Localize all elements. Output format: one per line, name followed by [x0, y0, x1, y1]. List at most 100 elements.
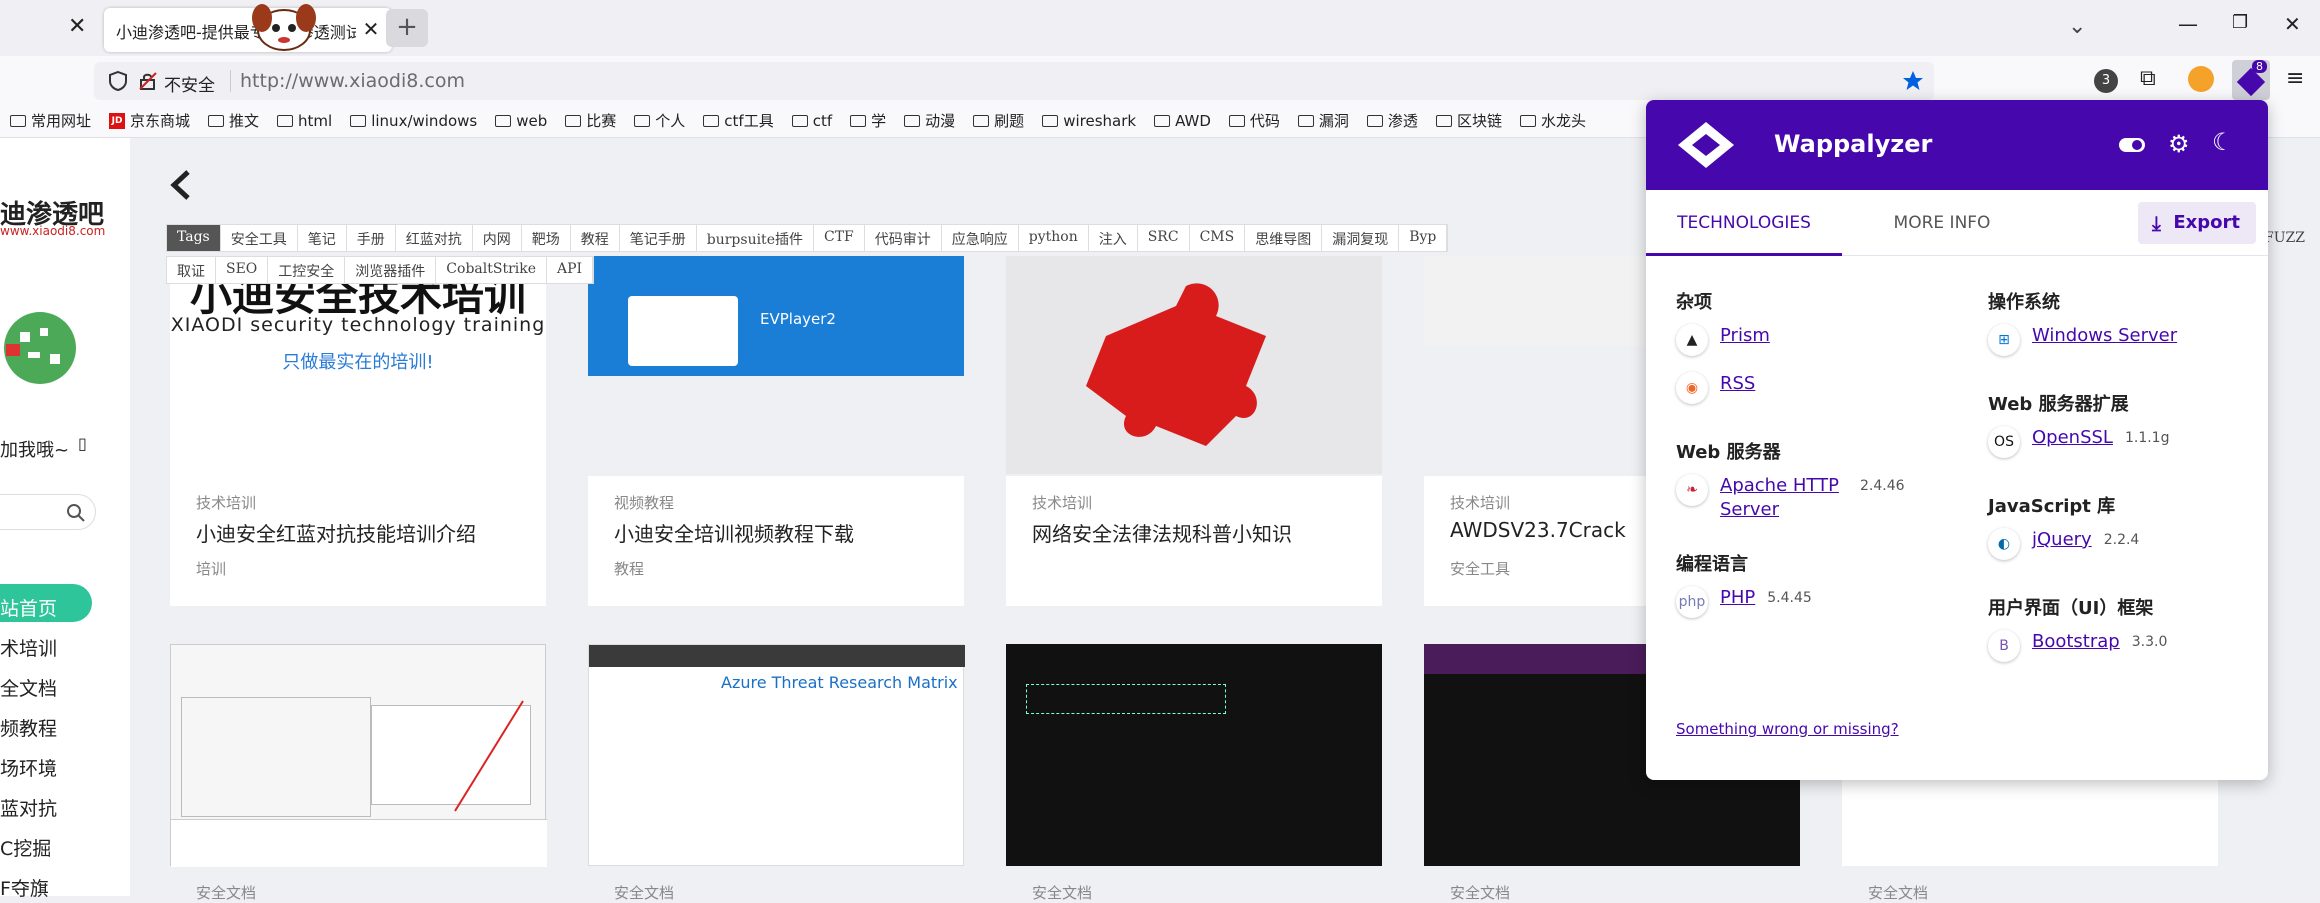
bookmark-item[interactable]: 水龙头 [1519, 110, 1586, 131]
extension-fox-icon[interactable] [2188, 66, 2214, 92]
close-icon[interactable]: ✕ [68, 14, 86, 39]
bookmark-item[interactable]: JD 京东商城 [109, 110, 190, 131]
filter-tag[interactable]: CTF [814, 225, 865, 251]
tech-name[interactable]: jQuery [2032, 528, 2092, 552]
new-tab-button[interactable]: + [386, 9, 428, 47]
tech-name[interactable]: PHP [1720, 586, 1755, 610]
url-bar[interactable]: 不安全 http://www.xiaodi8.com [94, 62, 1934, 100]
nav-item[interactable]: C挖掘 [0, 834, 51, 861]
bookmark-item[interactable]: html [277, 110, 332, 131]
bookmark-item[interactable]: 学 [850, 110, 886, 131]
card-category[interactable]: 安全文档 [614, 882, 674, 903]
nav-item[interactable]: 站首页 [0, 594, 57, 621]
card-category[interactable]: 安全文档 [1032, 882, 1092, 903]
toggle-icon[interactable] [2118, 136, 2146, 154]
filter-tag[interactable]: API [547, 257, 594, 283]
tab-list-icon[interactable]: ⌄ [2068, 14, 2086, 39]
tab-technologies[interactable]: TECHNOLOGIES [1646, 190, 1842, 256]
tech-name[interactable]: OpenSSL [2032, 426, 2113, 450]
card-image-4[interactable] [1424, 256, 1646, 346]
filter-tag[interactable]: 手册 [347, 225, 396, 251]
filter-tag[interactable]: 内网 [473, 225, 522, 251]
filter-tag[interactable]: 取证 [167, 257, 216, 283]
card-tag[interactable]: 培训 [196, 558, 226, 579]
filter-tag[interactable]: 靶场 [522, 225, 571, 251]
wappalyzer-extension-button[interactable]: 8 [2232, 60, 2270, 100]
nav-item[interactable]: 全文档 [0, 674, 57, 701]
filter-fuzz[interactable]: FUZZ [2264, 230, 2305, 246]
filter-tag[interactable]: 笔记手册 [620, 225, 697, 251]
bookmark-item[interactable]: 刷题 [973, 110, 1024, 131]
bookmark-item[interactable]: 渗透 [1366, 110, 1418, 131]
nav-item[interactable]: 术培训 [0, 634, 57, 661]
bookmark-item[interactable]: AWD [1154, 110, 1211, 131]
restore-icon[interactable]: ❐ [2232, 12, 2248, 33]
card-category[interactable]: 安全文档 [1868, 882, 1928, 903]
bookmark-item[interactable]: 区块链 [1435, 110, 1502, 131]
counter-badge[interactable]: 3 [2094, 69, 2118, 93]
card-image-3[interactable] [1006, 256, 1382, 474]
tab-more-info[interactable]: MORE INFO [1842, 190, 2042, 256]
search-input[interactable] [0, 494, 96, 530]
bookmark-item[interactable]: 个人 [634, 110, 685, 131]
nav-item[interactable]: 蓝对抗 [0, 794, 57, 821]
filter-tag[interactable]: 思维导图 [1245, 225, 1323, 251]
filter-tag[interactable]: Byp [1399, 225, 1448, 251]
filter-tag[interactable]: 注入 [1089, 225, 1138, 251]
search-icon[interactable] [66, 503, 86, 523]
nav-item[interactable]: F夺旗 [0, 874, 49, 901]
filter-tag[interactable]: CMS [1190, 225, 1246, 251]
filter-tag[interactable]: 应急响应 [942, 225, 1019, 251]
article-card[interactable]: 技术培训 AWDSV23.7Crack 安全工具 [1424, 476, 1646, 606]
card-title[interactable]: AWDSV23.7Crack [1450, 518, 1626, 542]
article-card[interactable]: 视频教程小迪安全培训视频教程下载教程 [588, 476, 964, 606]
settings-gear-icon[interactable]: ⚙ [2168, 130, 2190, 158]
bookmark-item[interactable]: web [495, 110, 547, 131]
bookmark-item[interactable]: 常用网址 [10, 110, 91, 131]
filter-tag[interactable]: 安全工具 [221, 225, 298, 251]
card-image-6[interactable]: Azure Threat Research Matrix [588, 644, 965, 866]
card-tag[interactable]: 教程 [614, 558, 644, 579]
filter-tag[interactable]: burpsuite插件 [697, 225, 814, 251]
tech-name[interactable]: Prism [1720, 324, 1770, 348]
bookmark-item[interactable]: ctf [791, 110, 832, 131]
filter-tag[interactable]: 代码审计 [865, 225, 942, 251]
card-tag[interactable]: 安全工具 [1450, 558, 1510, 579]
menu-icon[interactable]: ≡ [2286, 66, 2304, 91]
back-chevron-icon[interactable] [168, 168, 194, 202]
tab-close-button[interactable]: ✕ [358, 16, 384, 42]
article-card[interactable]: 技术培训 小迪安全红蓝对抗技能培训介绍 培训 [170, 476, 546, 606]
nav-item[interactable]: 频教程 [0, 714, 57, 741]
card-image-9[interactable] [1842, 776, 2218, 866]
filter-tag[interactable]: 漏洞复现 [1322, 225, 1400, 251]
card-image-7[interactable] [1006, 644, 1382, 866]
bookmark-item[interactable]: 比赛 [565, 110, 616, 131]
card-title[interactable]: 网络安全法律法规科普小知识 [1032, 518, 1292, 547]
filter-tag[interactable]: python [1019, 225, 1089, 251]
tech-name[interactable]: Windows Server [2032, 324, 2177, 348]
shield-icon[interactable] [108, 71, 128, 91]
filter-tag[interactable]: 红蓝对抗 [396, 225, 473, 251]
insecure-lock-icon[interactable] [138, 71, 158, 91]
filter-tag[interactable]: Tags [167, 225, 221, 251]
card-category[interactable]: 安全文档 [196, 882, 256, 903]
minimize-icon[interactable]: — [2178, 12, 2198, 36]
something-wrong-link[interactable]: Something wrong or missing? [1676, 720, 1899, 738]
window-close-icon[interactable]: ✕ [2284, 12, 2301, 36]
url-text[interactable]: http://www.xiaodi8.com [240, 70, 465, 92]
bookmark-item[interactable]: 漏洞 [1297, 110, 1349, 131]
card-image-2[interactable]: EVPlayer2 [588, 256, 964, 376]
tech-name[interactable]: Apache HTTP Server [1720, 474, 1844, 522]
bookmark-item[interactable]: wireshark [1042, 110, 1136, 131]
filter-tag[interactable]: SRC [1138, 225, 1190, 251]
card-title[interactable]: 小迪安全培训视频教程下载 [614, 518, 854, 547]
card-image-5[interactable] [170, 644, 547, 867]
filter-tag[interactable]: 教程 [571, 225, 620, 251]
nav-item[interactable]: 场环境 [0, 754, 57, 781]
bookmark-item[interactable]: 动漫 [904, 110, 955, 131]
tech-name[interactable]: RSS [1720, 372, 1755, 396]
card-category[interactable]: 视频教程 [614, 492, 674, 513]
extensions-icon[interactable]: ⧉ [2140, 66, 2156, 91]
active-tab[interactable]: 小迪渗透吧-提供最专业的渗透测试 ✕ [104, 4, 392, 52]
card-category[interactable]: 安全文档 [1450, 882, 1510, 903]
